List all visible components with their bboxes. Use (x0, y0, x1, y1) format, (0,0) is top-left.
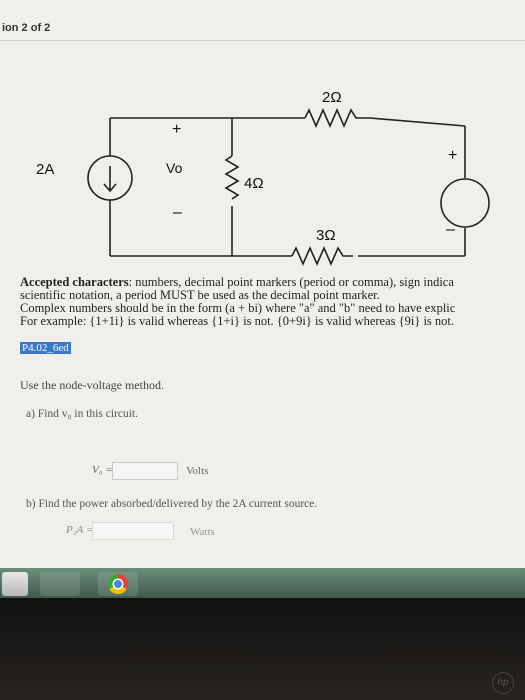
input-instructions: Accepted characters: numbers, decimal po… (20, 276, 525, 328)
vo-answer-input[interactable] (112, 462, 178, 480)
method-instruction: Use the node-voltage method. (20, 378, 164, 392)
chrome-icon[interactable] (108, 574, 128, 594)
monitor-bezel (0, 598, 525, 700)
circuit-diagram: 2A + Vo – 4Ω 2Ω 3Ω + – (36, 89, 490, 266)
p-answer-input[interactable] (92, 522, 174, 540)
r3-label: 3Ω (316, 227, 336, 244)
instruction-line-4: For example: {1+1i} is valid whereas {1+… (20, 314, 455, 328)
r2-label: 4Ω (244, 175, 264, 192)
current-arrow-icon (103, 166, 117, 193)
vo-field-label: V₀ = (92, 464, 113, 476)
taskbar-app[interactable] (40, 572, 80, 596)
r1-label: 2Ω (322, 89, 342, 106)
vsource-minus: – (446, 221, 455, 238)
vsource-plus: + (448, 147, 457, 164)
resistor-4ohm (224, 155, 240, 200)
hp-logo-icon: hp (492, 672, 514, 694)
voltage-source (440, 178, 490, 228)
vo-plus: + (172, 121, 181, 138)
current-source-label: 2A (36, 161, 54, 178)
resistor-3ohm (291, 246, 353, 266)
vo-minus: – (173, 204, 182, 221)
p-unit: Watts (190, 526, 215, 538)
part-a-prompt: a) Find v₀ in this circuit. (26, 408, 138, 420)
screen: ion 2 of 2 2A + Vo – 4Ω 2Ω 3Ω + – Accept… (0, 0, 525, 580)
p-field-label: P₂A = (66, 524, 94, 536)
start-button[interactable] (2, 572, 28, 596)
vo-label: Vo (166, 160, 183, 176)
wire (369, 117, 466, 127)
resistor-2ohm (304, 108, 370, 128)
divider (0, 40, 525, 41)
part-b-prompt: b) Find the power absorbed/delivered by … (26, 498, 318, 510)
vo-unit: Volts (186, 465, 209, 477)
question-counter: ion 2 of 2 (2, 22, 51, 34)
question-tag: P4.02_6ed (20, 342, 71, 354)
